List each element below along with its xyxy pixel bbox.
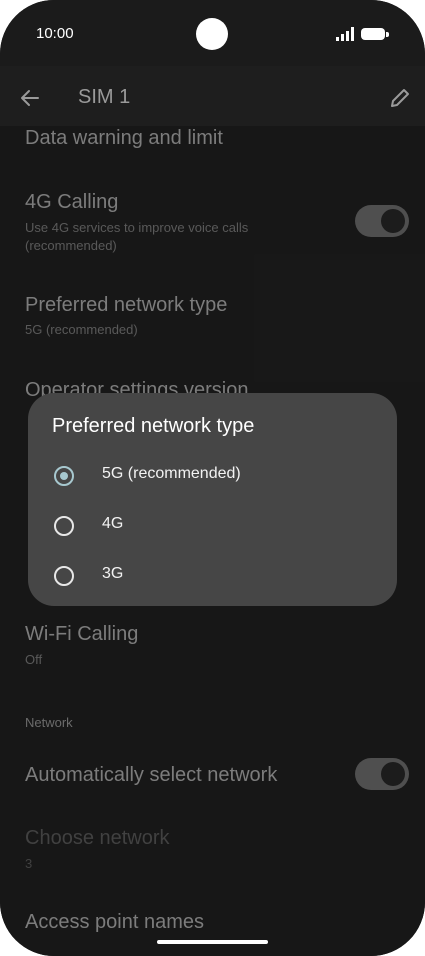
option-4g[interactable]: 4G — [42, 504, 382, 548]
dialog-title: Preferred network type — [52, 415, 255, 437]
app-bar — [0, 66, 425, 126]
battery-icon — [361, 28, 389, 40]
radio-selected-icon[interactable] — [54, 466, 74, 486]
status-bar: 10:00 — [0, 0, 425, 66]
option-label: 3G — [102, 565, 124, 582]
radio-unselected-icon[interactable] — [54, 516, 74, 536]
edit-pencil-icon[interactable] — [388, 86, 412, 110]
page-title: SIM 1 — [78, 86, 131, 108]
back-arrow-icon[interactable] — [18, 86, 42, 110]
status-time: 10:00 — [36, 25, 74, 42]
preferred-network-dialog: Preferred network type 5G (recommended) … — [28, 393, 397, 606]
signal-icon — [336, 27, 354, 41]
settings-screen: 10:00 SIM 1 Data warning and limit 4G Ca… — [0, 0, 425, 956]
home-indicator[interactable] — [157, 940, 268, 944]
camera-cutout — [196, 18, 228, 50]
option-label: 4G — [102, 515, 124, 532]
option-3g[interactable]: 3G — [42, 554, 382, 598]
option-5g[interactable]: 5G (recommended) — [42, 454, 382, 498]
option-label: 5G (recommended) — [102, 465, 241, 482]
radio-unselected-icon[interactable] — [54, 566, 74, 586]
phone-frame: 10:00 SIM 1 Data warning and limit 4G Ca… — [0, 0, 425, 956]
